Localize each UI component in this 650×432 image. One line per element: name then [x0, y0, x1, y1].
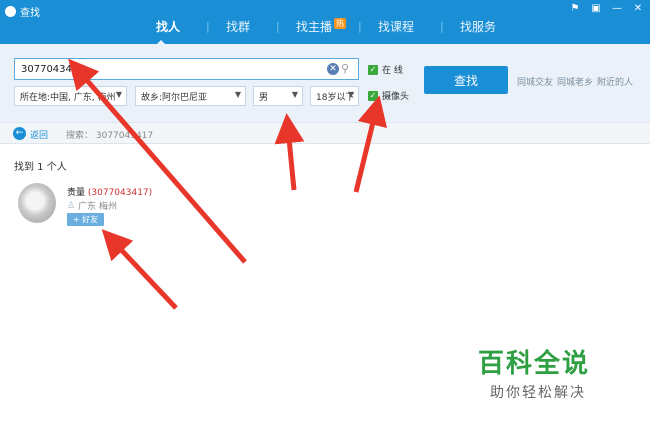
checkmark-icon: ✓ [368, 64, 378, 75]
search-summary: 搜索： 3077043417 [66, 131, 154, 141]
quick-link-nearby[interactable]: 附近的人 [597, 75, 633, 88]
camera-checkbox-label: 摄像头 [382, 92, 410, 102]
tab-divider: | [440, 20, 444, 33]
watermark-title: 百科全说 [478, 349, 591, 379]
online-checkbox[interactable]: ✓ 在 线 [368, 63, 403, 76]
gender-dropdown[interactable]: 男 ▼ [253, 86, 303, 106]
camera-checkbox[interactable]: ✓ 摄像头 [368, 89, 409, 102]
tab-divider: | [276, 20, 280, 33]
title-bar: 查找 ⚑ ▣ — ✕ 找人 | 找群 | 找主播热 | 找课程 | 找服务 [0, 0, 650, 46]
tab-divider: | [358, 20, 362, 33]
window-controls: ⚑ ▣ — ✕ [569, 3, 644, 14]
tab-divider: | [206, 20, 210, 33]
tab-find-person[interactable]: 找人 [156, 18, 180, 35]
minimize-icon[interactable]: — [611, 3, 623, 14]
gender-dropdown-value: 男 [259, 93, 269, 103]
chevron-down-icon: ▼ [234, 90, 241, 99]
arrow-to-add-friend [101, 229, 178, 310]
result-user-name[interactable]: 贵量 (3077043417) [67, 185, 152, 198]
location-pin-icon[interactable]: ⚲ [341, 62, 349, 75]
add-friend-button[interactable]: + 好友 [67, 213, 104, 226]
back-arrow-icon[interactable]: ← [13, 127, 26, 140]
watermark: 百科全说 助你轻松解决 [478, 343, 618, 402]
person-icon: ♙ [67, 200, 76, 211]
skin-icon[interactable]: ▣ [590, 3, 602, 14]
pin-icon[interactable]: ⚑ [569, 3, 581, 14]
quick-link-same-city[interactable]: 同城交友 [517, 75, 553, 88]
tab-find-group[interactable]: 找群 [226, 18, 250, 35]
search-input[interactable] [14, 58, 359, 80]
chevron-down-icon: ▼ [291, 90, 298, 99]
results-bar: ← 返回 搜索： 3077043417 [0, 122, 650, 144]
user-qq-number: (3077043417) [87, 188, 153, 198]
watermark-subtitle: 助你轻松解决 [490, 385, 586, 401]
tab-find-streamer[interactable]: 找主播热 [296, 18, 347, 35]
hometown-dropdown[interactable]: 故乡:阿尔巴尼亚 ▼ [135, 86, 246, 106]
user-nickname: 贵量 [67, 188, 86, 198]
window-title: 查找 [20, 8, 40, 19]
quick-links: 同城交友 同城老乡 附近的人 [517, 75, 633, 88]
age-dropdown[interactable]: 18岁以下 ▼ [310, 86, 359, 106]
location-dropdown-value: 所在地:中国, 广东, 梅州 [20, 93, 116, 103]
checkmark-icon: ✓ [368, 90, 378, 101]
chevron-down-icon: ▼ [115, 90, 122, 99]
tab-find-service[interactable]: 找服务 [460, 18, 496, 35]
close-icon[interactable]: ✕ [632, 3, 644, 14]
back-link[interactable]: 返回 [30, 128, 48, 141]
user-location: ♙ 广东 梅州 [67, 199, 117, 213]
tab-find-course[interactable]: 找课程 [378, 18, 414, 35]
hometown-dropdown-value: 故乡:阿尔巴尼亚 [141, 93, 208, 103]
tab-bar: 找人 | 找群 | 找主播热 | 找课程 | 找服务 [126, 18, 516, 38]
clear-search-icon[interactable]: ✕ [327, 63, 339, 75]
hot-badge: 热 [334, 18, 347, 29]
location-dropdown[interactable]: 所在地:中国, 广东, 梅州 ▼ [14, 86, 127, 106]
online-checkbox-label: 在 线 [382, 66, 403, 76]
search-panel: ✕ ⚲ 所在地:中国, 广东, 梅州 ▼ 故乡:阿尔巴尼亚 ▼ 男 ▼ 18岁以… [0, 44, 650, 122]
quick-link-same-hometown[interactable]: 同城老乡 [557, 75, 593, 88]
app-logo-icon [5, 6, 16, 17]
chevron-down-icon: ▼ [347, 90, 354, 99]
find-button[interactable]: 查找 [424, 66, 508, 94]
result-count: 找到 1 个人 [14, 162, 67, 173]
user-location-text: 广东 梅州 [78, 202, 117, 212]
avatar[interactable] [18, 183, 56, 223]
tab-find-streamer-label: 找主播 [296, 20, 333, 34]
